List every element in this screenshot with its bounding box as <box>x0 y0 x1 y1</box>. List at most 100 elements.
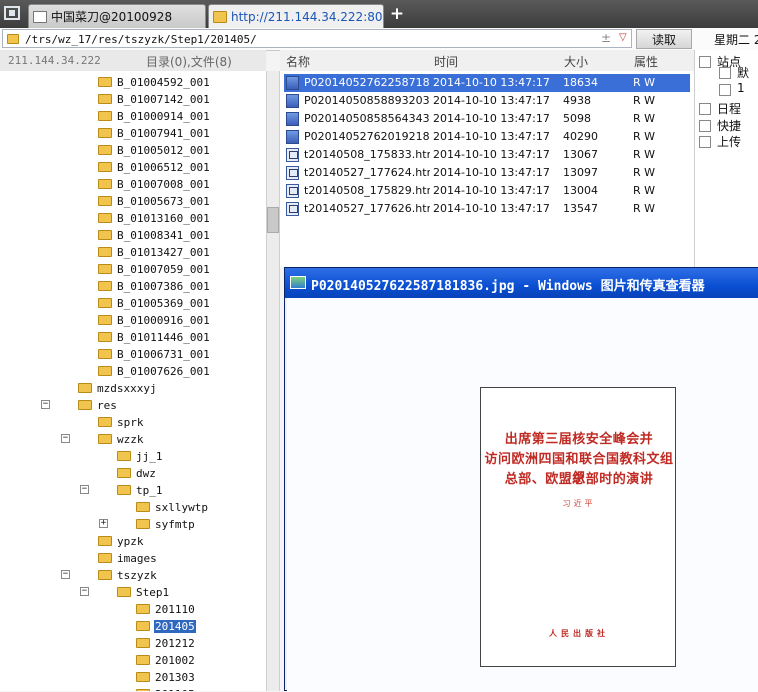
tree-item[interactable]: 201212 <box>136 634 196 651</box>
tree-item[interactable]: B_01006512_001 <box>98 158 211 175</box>
file-row[interactable]: P020140527620192187...2014-10-10 13:47:1… <box>284 128 690 146</box>
tree-item[interactable]: B_01006731_001 <box>98 345 211 362</box>
tree-item[interactable]: syfmtp <box>136 515 196 532</box>
folder-tree[interactable]: B_01004592_001 B_01007142_001 B_01000914_0… <box>0 71 266 691</box>
cover-author: 习近平 <box>562 499 596 508</box>
tree-item-label: B_01007142_001 <box>117 92 210 106</box>
tree-item-label: B_01006731_001 <box>117 347 210 361</box>
tree-item[interactable]: dwz <box>117 464 157 481</box>
file-row[interactable]: P020140508585643436...2014-10-10 13:47:1… <box>284 110 690 128</box>
tree-item[interactable]: tp_1 <box>117 481 164 498</box>
tree-item[interactable]: B_01007059_001 <box>98 260 211 277</box>
html-file-icon <box>286 184 299 198</box>
tree-item-label: syfmtp <box>155 517 195 531</box>
scrollbar-thumb[interactable] <box>267 207 279 233</box>
tree-item[interactable]: B_01007941_001 <box>98 124 211 141</box>
tree-item[interactable]: B_01013160_001 <box>98 209 211 226</box>
file-row[interactable]: P020140508588932038...2014-10-10 13:47:1… <box>284 92 690 110</box>
file-attr: R W <box>633 184 656 197</box>
tree-item[interactable]: B_01005369_001 <box>98 294 211 311</box>
tree-item[interactable]: 201303 <box>136 668 196 685</box>
path-input[interactable]: /trs/wz_17/res/tszyzk/Step1/201405/ ± ▽ <box>2 29 632 48</box>
collapse-icon[interactable]: − <box>41 400 50 409</box>
file-row[interactable]: t20140527_177624.html 2014-10-10 13:47:17… <box>284 164 690 182</box>
column-size[interactable]: 大小 <box>564 53 588 70</box>
new-tab-button[interactable]: + <box>388 3 406 25</box>
file-row[interactable]: t20140508_175829.html 2014-10-10 13:47:17… <box>284 182 690 200</box>
chevron-down-icon[interactable]: ▽ <box>619 32 627 43</box>
site-item[interactable]: 默 <box>737 64 749 81</box>
tree-item[interactable]: 201105 <box>136 685 196 691</box>
file-time: 2014-10-10 13:47:17 <box>433 148 550 161</box>
tree-item[interactable]: res <box>78 396 118 413</box>
tree-item[interactable]: B_01013427_001 <box>98 243 211 260</box>
collapse-icon[interactable]: − <box>61 434 70 443</box>
file-name: P020140508585643436... <box>304 112 430 125</box>
collapse-icon[interactable]: − <box>80 587 89 596</box>
tree-item[interactable]: B_01004592_001 <box>98 73 211 90</box>
tree-item[interactable]: Step1 <box>117 583 170 600</box>
tree-item[interactable]: jj_1 <box>117 447 164 464</box>
tree-item[interactable]: B_01005012_001 <box>98 141 211 158</box>
tab-url[interactable]: http://211.144.34.222:8080/... <box>208 4 384 28</box>
path-toggle[interactable]: ± <box>601 31 611 45</box>
tree-item[interactable]: B_01011446_001 <box>98 328 211 345</box>
tree-item[interactable]: 201110 <box>136 600 196 617</box>
tree-item[interactable]: ypzk <box>98 532 145 549</box>
file-row[interactable]: t20140508_175833.html 2014-10-10 13:47:17… <box>284 146 690 164</box>
page-icon <box>33 10 47 23</box>
column-attr[interactable]: 属性 <box>634 53 658 70</box>
viewer-title-bar[interactable]: P020140527622587181836.jpg - Windows 图片和… <box>285 268 758 298</box>
tree-item[interactable]: sxllywtp <box>136 498 209 515</box>
collapse-icon[interactable]: − <box>80 485 89 494</box>
tree-item[interactable]: B_01000914_001 <box>98 107 211 124</box>
tab-label: 中国菜刀@20100928 <box>51 10 173 24</box>
file-size: 13547 <box>563 202 598 215</box>
folder-icon <box>78 400 92 410</box>
tree-item-label: B_01000916_001 <box>117 313 210 327</box>
column-time[interactable]: 时间 <box>434 53 458 70</box>
window-icon[interactable] <box>4 6 20 20</box>
expand-icon[interactable]: + <box>99 519 108 528</box>
tree-item[interactable]: images <box>98 549 158 566</box>
path-value: /trs/wz_17/res/tszyzk/Step1/201405/ <box>25 33 257 46</box>
file-attr: R W <box>633 76 656 89</box>
tree-item[interactable]: wzzk <box>98 430 145 447</box>
read-button[interactable]: 读取 <box>636 29 692 49</box>
collapse-icon[interactable]: − <box>61 570 70 579</box>
tree-item[interactable]: 201002 <box>136 651 196 668</box>
node-icon <box>719 84 731 96</box>
tree-item[interactable]: B_01007386_001 <box>98 277 211 294</box>
file-size: 13004 <box>563 184 598 197</box>
image-file-icon <box>286 94 299 108</box>
file-row[interactable]: P020140527622587181836.jpg2014-10-10 13:… <box>284 74 690 92</box>
tree-item[interactable]: B_01000916_001 <box>98 311 211 328</box>
tree-item[interactable]: B_01007142_001 <box>98 90 211 107</box>
file-size: 13067 <box>563 148 598 161</box>
file-time: 2014-10-10 13:47:17 <box>433 184 550 197</box>
file-row[interactable]: t20140527_177626.html 2014-10-10 13:47:17… <box>284 200 690 218</box>
tree-item[interactable]: sprk <box>98 413 145 430</box>
tree-item[interactable]: 201405 <box>136 617 196 634</box>
site-item[interactable]: 上传 <box>717 133 741 150</box>
tree-item[interactable]: B_01007008_001 <box>98 175 211 192</box>
tree-item-label: tszyzk <box>117 568 157 582</box>
site-item[interactable]: 快捷 <box>717 117 741 134</box>
tree-item[interactable]: mzdsxxxyj <box>78 379 158 396</box>
tree-item[interactable]: tszyzk <box>98 566 158 583</box>
image-viewer-window[interactable]: P020140527622587181836.jpg - Windows 图片和… <box>284 267 758 692</box>
folder-icon <box>98 128 112 138</box>
tree-scrollbar[interactable] <box>266 71 280 691</box>
site-item[interactable]: 1 <box>737 81 745 95</box>
file-time: 2014-10-10 13:47:17 <box>433 76 550 89</box>
tree-item-label: B_01007626_001 <box>117 364 210 378</box>
tree-item[interactable]: B_01005673_001 <box>98 192 211 209</box>
folder-icon <box>98 417 112 427</box>
tab-caidao[interactable]: 中国菜刀@20100928 <box>28 4 206 28</box>
tree-item[interactable]: B_01007626_001 <box>98 362 211 379</box>
column-name[interactable]: 名称 <box>286 53 310 70</box>
file-name: P020140508588932038... <box>304 94 430 107</box>
cover-publisher: 人民出版社 <box>549 629 609 638</box>
tree-item[interactable]: B_01008341_001 <box>98 226 211 243</box>
site-item[interactable]: 日程 <box>717 100 741 117</box>
